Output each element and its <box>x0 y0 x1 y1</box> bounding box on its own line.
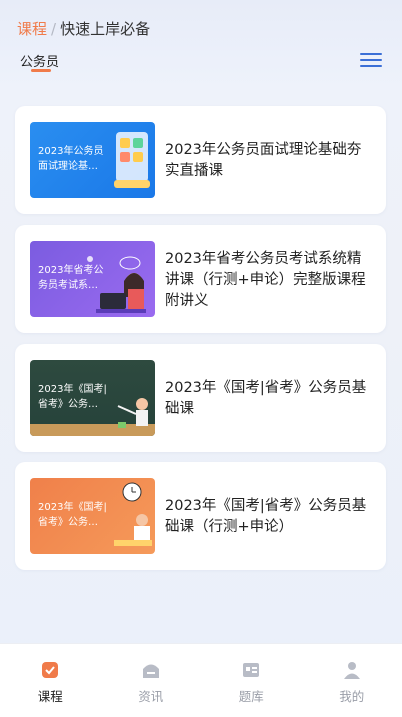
course-title: 2023年公务员面试理论基础夯实直播课 <box>165 142 362 179</box>
nav-label: 课程 <box>37 689 63 704</box>
tab-active-indicator <box>31 69 51 72</box>
nav-item-news[interactable]: 资讯 <box>101 644 202 717</box>
nav-label: 我的 <box>339 689 365 704</box>
thumbnail-text: 2023年省考公务员考试系… <box>38 265 104 291</box>
thumbnail-text: 2023年《国考|省考》公务… <box>38 384 107 410</box>
course-thumbnail: 2023年《国考|省考》公务… <box>30 360 155 436</box>
breadcrumb-sub: 快速上岸必备 <box>60 20 151 38</box>
tab-civil-servant[interactable]: 公务员 <box>20 51 59 70</box>
nav-item-course[interactable]: 课程 <box>0 644 101 717</box>
menu-icon[interactable] <box>360 53 382 69</box>
breadcrumb: 课程 / 快速上岸必备 <box>17 18 150 39</box>
course-card[interactable]: 2023年《国考|省考》公务… 2023年《国考|省考》公务员基础课 <box>15 344 386 452</box>
breadcrumb-main[interactable]: 课程 <box>17 18 47 39</box>
course-thumbnail: 2023年省考公务员考试系… <box>30 241 155 317</box>
course-title: 2023年省考公务员考试系统精讲课（行测+申论）完整版课程附讲义 <box>165 251 366 309</box>
course-thumbnail: 2023年公务员面试理论基… <box>30 122 155 198</box>
bottom-nav: 课程 资讯 题库 我的 <box>0 643 402 717</box>
thumbnail-text: 2023年公务员面试理论基… <box>38 146 104 172</box>
course-thumbnail: 2023年《国考|省考》公务… <box>30 478 155 554</box>
course-title: 2023年《国考|省考》公务员基础课 <box>165 380 367 417</box>
news-icon <box>142 664 159 678</box>
course-card[interactable]: 2023年公务员面试理论基… 2023年公务员面试理论基础夯实直播课 <box>15 106 386 214</box>
question-bank-icon <box>243 663 260 677</box>
profile-icon <box>343 662 360 679</box>
nav-label: 题库 <box>238 689 264 704</box>
course-card[interactable]: 2023年《国考|省考》公务… 2023年《国考|省考》公务员基础课（行测+申论… <box>15 462 386 570</box>
nav-label: 资讯 <box>138 689 164 704</box>
nav-item-question-bank[interactable]: 题库 <box>201 644 302 717</box>
breadcrumb-separator: / <box>51 19 57 38</box>
course-card[interactable]: 2023年省考公务员考试系… 2023年省考公务员考试系统精讲课（行测+申论）完… <box>15 225 386 333</box>
thumbnail-text: 2023年《国考|省考》公务… <box>38 502 107 528</box>
nav-item-profile[interactable]: 我的 <box>302 644 402 717</box>
header: 课程 / 快速上岸必备 公务员 <box>0 0 402 90</box>
course-title: 2023年《国考|省考》公务员基础课（行测+申论） <box>165 498 367 535</box>
course-icon <box>42 662 59 678</box>
